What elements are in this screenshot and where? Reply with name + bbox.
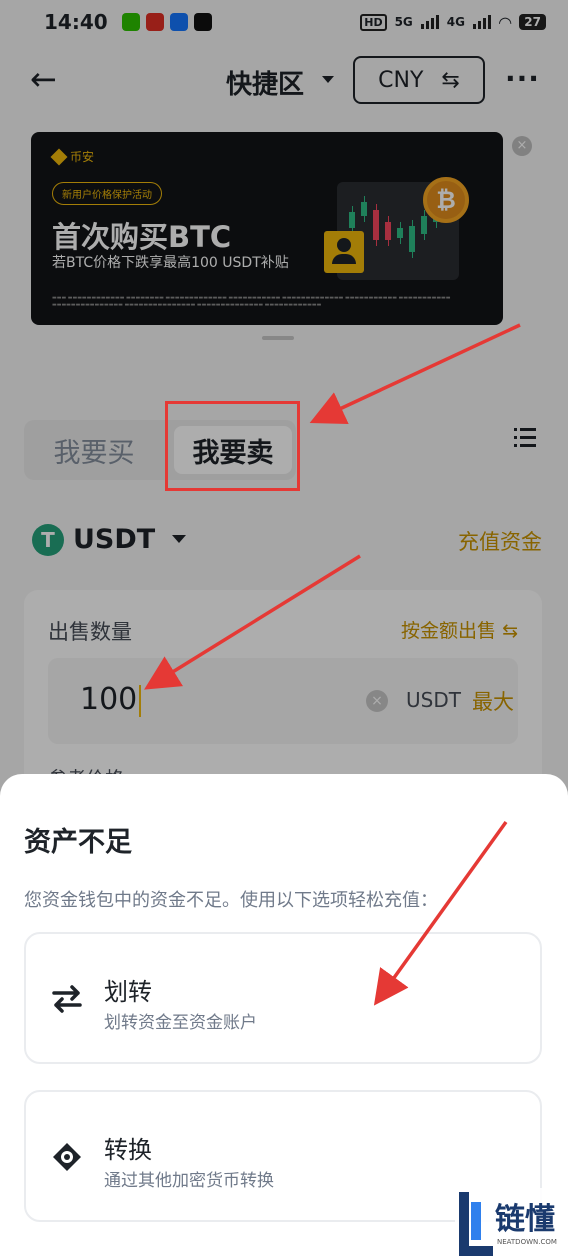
brand-name: 币安 — [70, 150, 95, 164]
back-arrow-icon[interactable]: ← — [30, 63, 64, 98]
insufficient-funds-sheet: 资产不足 您资金钱包中的资金不足。使用以下选项轻松充值： 划转 划转资金至资金账… — [0, 774, 568, 1259]
text-cursor — [139, 684, 142, 717]
chevron-down-icon[interactable] — [172, 535, 186, 543]
sell-amount-label: 出售数量 — [48, 620, 132, 644]
signal-bars-icon-2 — [472, 15, 491, 29]
top-nav: ← 快捷区 CNY ⇆ ··· — [0, 52, 568, 110]
tab-sell[interactable]: 我要卖 — [174, 426, 292, 474]
usdt-coin-icon: T — [32, 524, 64, 556]
wifi-icon: ◠ — [498, 12, 512, 32]
candle-graphic — [373, 204, 379, 246]
bitcoin-coin-icon: ₿ — [423, 177, 469, 223]
candle-graphic — [397, 222, 403, 244]
promo-pill: 新用户价格保护活动 — [52, 182, 162, 205]
asset-symbol[interactable]: USDT — [73, 524, 155, 555]
sheet-title: 资产不足 — [24, 827, 132, 858]
banner-headline: 首次购买BTC — [52, 220, 232, 254]
wechat-icon — [121, 13, 140, 31]
candle-graphic — [421, 210, 427, 240]
clear-icon[interactable]: × — [366, 690, 388, 712]
close-icon[interactable]: × — [512, 136, 532, 156]
convert-icon — [53, 1143, 81, 1171]
transfer-arrows-icon — [52, 985, 82, 1013]
candle-graphic — [385, 216, 391, 246]
amount-text: 100 — [80, 682, 138, 717]
option-title: 转换 — [104, 1136, 152, 1164]
page-title[interactable]: 快捷区 — [226, 64, 304, 101]
site-watermark: 链懂 NEATDOWN.COM — [455, 1188, 568, 1259]
option-title: 划转 — [104, 978, 152, 1006]
tab-buy[interactable]: 我要买 — [30, 426, 158, 474]
hd-badge: HD — [360, 13, 387, 31]
signal-bars-icon — [420, 15, 439, 29]
tiktok-icon — [193, 13, 212, 31]
option-subtitle: 划转资金至资金账户 — [104, 1013, 257, 1033]
status-indicators: HD 5G 4G ◠ 27 — [360, 13, 546, 32]
battery-icon: 27 — [519, 14, 546, 30]
status-app-icons — [121, 13, 212, 31]
deposit-link[interactable]: 充值资金 — [458, 526, 542, 556]
chevron-down-icon[interactable] — [322, 76, 334, 83]
watermark-text: 链懂 — [495, 1202, 555, 1237]
currency-switch-button[interactable]: CNY ⇆ — [353, 56, 485, 104]
asset-selector-row: T USDT 充值资金 — [30, 520, 542, 564]
currency-label: CNY — [378, 67, 424, 93]
swap-icon: ⇆ — [441, 67, 460, 93]
amount-input[interactable]: 100 × USDT 最大 — [48, 658, 518, 744]
status-bar: 14:40 HD 5G 4G ◠ 27 — [0, 0, 568, 44]
transfer-option[interactable]: 划转 划转资金至资金账户 — [24, 932, 542, 1064]
option-subtitle: 通过其他加密货币转换 — [104, 1171, 274, 1191]
max-button[interactable]: 最大 — [472, 686, 514, 716]
list-icon[interactable] — [514, 428, 536, 448]
status-time: 14:40 — [44, 10, 108, 34]
user-card-icon — [324, 231, 364, 273]
watermark-domain: NEATDOWN.COM — [497, 1238, 557, 1246]
candle-graphic — [409, 220, 415, 258]
signal-5g-label: 5G — [394, 15, 413, 29]
watermark-logo-icon — [459, 1192, 493, 1256]
candle-graphic — [349, 206, 355, 234]
promo-banner[interactable]: 币安 新用户价格保护活动 首次购买BTC 若BTC价格下跌享最高100 USDT… — [31, 132, 503, 325]
carousel-indicator — [262, 336, 294, 340]
banner-fine-print: ▬▬▬ ▬▬▬▬▬▬▬▬▬▬▬▬ ▬▬▬▬▬▬▬▬ ▬▬▬▬▬▬▬▬▬▬▬▬▬ … — [52, 295, 451, 308]
alipay-icon — [169, 13, 188, 31]
binance-logo-icon — [50, 148, 68, 165]
more-icon[interactable]: ··· — [505, 62, 540, 95]
candle-graphic — [361, 196, 367, 222]
sell-by-amount-toggle[interactable]: 按金额出售 ⇆ — [401, 616, 518, 643]
signal-4g-label: 4G — [446, 15, 465, 29]
shop-icon — [145, 13, 164, 31]
brand-logo: 币安 — [50, 148, 95, 165]
banner-subtitle: 若BTC价格下跌享最高100 USDT补贴 — [52, 255, 289, 271]
trade-tabs: 我要买 我要卖 — [24, 420, 296, 480]
sheet-description: 您资金钱包中的资金不足。使用以下选项轻松充值： — [24, 890, 438, 911]
amount-unit: USDT — [406, 688, 461, 712]
amount-value: 100 — [80, 682, 142, 717]
